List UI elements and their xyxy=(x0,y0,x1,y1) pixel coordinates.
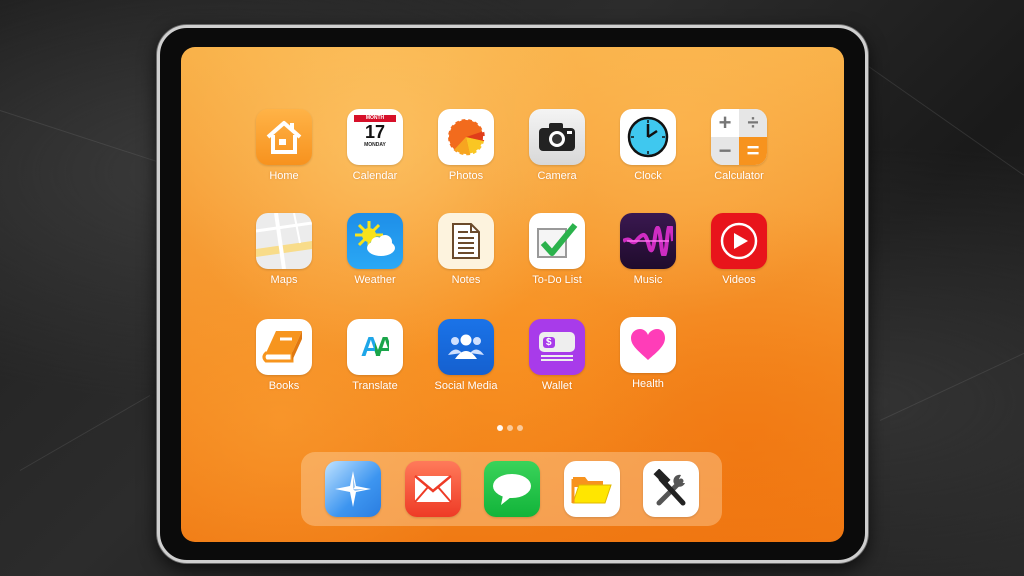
background-texture xyxy=(19,395,151,471)
app-label: Calculator xyxy=(714,170,764,182)
wallet-stack-line xyxy=(541,359,573,361)
app-label: Notes xyxy=(451,274,481,286)
camera-icon xyxy=(529,109,585,165)
page-indicator[interactable] xyxy=(497,425,523,431)
folder-icon[interactable] xyxy=(564,461,620,517)
background-texture xyxy=(879,343,1024,421)
dock xyxy=(301,452,722,526)
app-todo-list[interactable]: To-Do List xyxy=(512,213,602,286)
calendar-month: MONTH xyxy=(354,115,396,122)
app-calendar[interactable]: MONTH 17 MONDAY Calendar xyxy=(330,109,420,182)
app-music[interactable]: Music xyxy=(603,213,693,286)
clock-icon xyxy=(620,109,676,165)
document-icon xyxy=(438,213,494,269)
app-health[interactable]: Health xyxy=(603,317,693,390)
app-label: Wallet xyxy=(541,380,573,392)
waveform-icon xyxy=(620,213,676,269)
house-icon xyxy=(256,109,312,165)
app-label: Photos xyxy=(448,170,484,182)
app-label: Health xyxy=(632,378,664,390)
tablet-device: Home MONTH 17 MONDAY Calendar Photos Cam… xyxy=(157,25,868,563)
app-clock[interactable]: Clock xyxy=(603,109,693,182)
page-dot[interactable] xyxy=(497,425,503,431)
app-label: Books xyxy=(268,380,300,392)
app-books[interactable]: Books xyxy=(239,319,329,392)
wallet-icon: $ xyxy=(529,319,585,375)
wallet-dollar-glyph: $ xyxy=(543,336,555,348)
app-label: Clock xyxy=(634,170,662,182)
calendar-day: 17 xyxy=(364,122,386,142)
page-dot[interactable] xyxy=(517,425,523,431)
book-icon xyxy=(256,319,312,375)
heart-icon xyxy=(620,317,676,373)
calculator-icon: + ÷ − = xyxy=(711,109,767,165)
app-label: Music xyxy=(633,274,663,286)
translate-glyph-text: AA xyxy=(360,331,396,362)
background-texture xyxy=(859,60,1024,176)
app-translate[interactable]: AA Translate xyxy=(330,319,420,392)
app-videos[interactable]: Videos xyxy=(694,213,784,286)
wallet-stack-line xyxy=(541,355,573,357)
app-label: To-Do List xyxy=(532,274,582,286)
calendar-icon: MONTH 17 MONDAY xyxy=(347,109,403,165)
wallet-card: $ xyxy=(539,332,575,352)
app-wallet[interactable]: $ Wallet xyxy=(512,319,602,392)
app-weather[interactable]: Weather xyxy=(330,213,420,286)
app-notes[interactable]: Notes xyxy=(421,213,511,286)
app-label: Home xyxy=(269,170,299,182)
home-screen: Home MONTH 17 MONDAY Calendar Photos Cam… xyxy=(181,47,844,542)
chat-bubble-icon[interactable] xyxy=(484,461,540,517)
app-home[interactable]: Home xyxy=(239,109,329,182)
app-camera[interactable]: Camera xyxy=(512,109,602,182)
app-label: Videos xyxy=(722,274,756,286)
app-calculator[interactable]: + ÷ − = Calculator xyxy=(694,109,784,182)
app-label: Camera xyxy=(537,170,577,182)
app-label: Calendar xyxy=(352,170,398,182)
page-dot[interactable] xyxy=(507,425,513,431)
flower-icon xyxy=(438,109,494,165)
tools-icon[interactable] xyxy=(643,461,699,517)
checkbox-icon xyxy=(529,213,585,269)
app-label: Translate xyxy=(352,380,398,392)
app-label: Weather xyxy=(354,274,396,286)
mail-icon[interactable] xyxy=(405,461,461,517)
compass-icon[interactable] xyxy=(325,461,381,517)
play-icon xyxy=(711,213,767,269)
translate-glyph: AA xyxy=(360,331,396,363)
calendar-weekday: MONDAY xyxy=(364,142,386,148)
sun-cloud-icon xyxy=(347,213,403,269)
app-social-media[interactable]: Social Media xyxy=(421,319,511,392)
wallet-graphic: $ xyxy=(537,330,577,364)
translate-icon: AA xyxy=(347,319,403,375)
app-photos[interactable]: Photos xyxy=(421,109,511,182)
map-icon xyxy=(256,213,312,269)
people-icon xyxy=(438,319,494,375)
app-maps[interactable]: Maps xyxy=(239,213,329,286)
app-label: Maps xyxy=(270,274,298,286)
app-label: Social Media xyxy=(434,380,498,392)
